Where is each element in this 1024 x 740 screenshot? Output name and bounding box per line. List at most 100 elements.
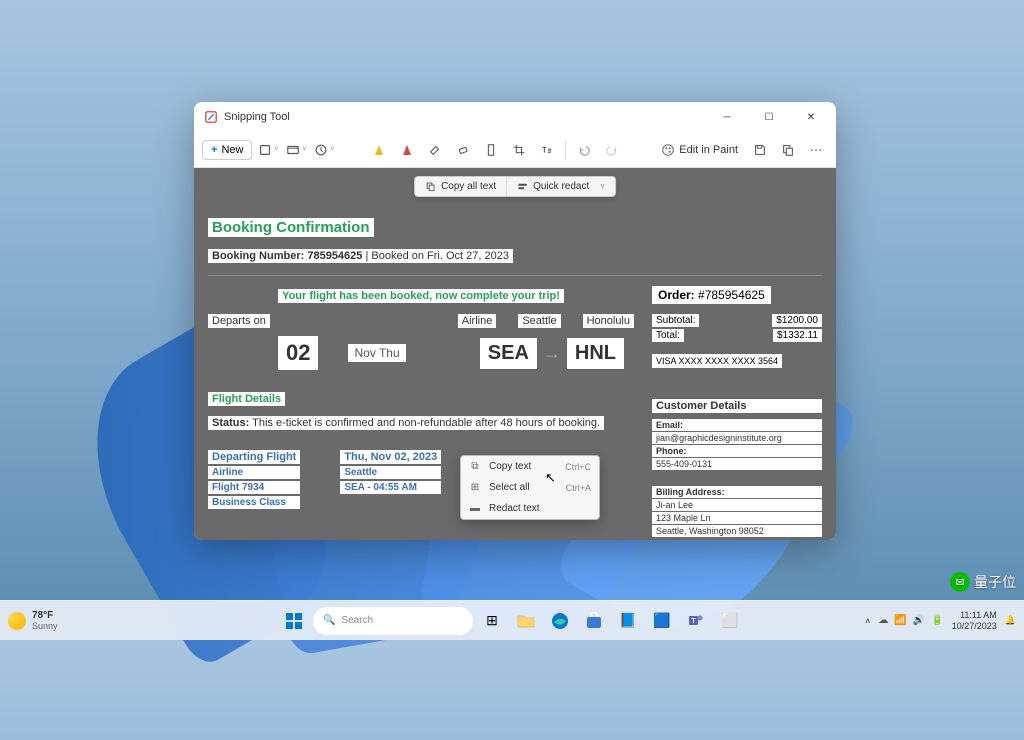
flight-details-title: Flight Details <box>208 392 285 406</box>
more-icon[interactable]: ⋯ <box>804 138 828 162</box>
wechat-icon: ✉ <box>950 572 970 592</box>
email-value: jian@graphicdesigninstitute.org <box>652 432 822 444</box>
system-tray[interactable]: ☁ 📶 🔊 🔋 <box>878 615 943 626</box>
notifications-icon[interactable]: 🔔 <box>1005 615 1016 626</box>
weather-widget[interactable]: 78°F Sunny <box>8 610 58 631</box>
edit-in-paint-button[interactable]: Edit in Paint <box>655 140 744 160</box>
booking-title: Booking Confirmation <box>208 218 374 237</box>
email-label: Email: <box>652 419 822 431</box>
ruler-icon[interactable] <box>479 138 503 162</box>
chevron-down-icon: ˅ <box>600 182 605 191</box>
undo-icon[interactable] <box>572 138 596 162</box>
departing-airline: Airline <box>208 466 300 479</box>
highlighter-icon[interactable] <box>423 138 447 162</box>
onedrive-icon[interactable]: ☁ <box>878 615 888 626</box>
copy-icon[interactable] <box>776 138 800 162</box>
booking-number-line: Booking Number: 785954625 | Booked on Fr… <box>208 249 513 263</box>
snip-mode-dropdown[interactable] <box>256 138 280 162</box>
search-icon: 🔍 <box>323 615 335 626</box>
clock[interactable]: 11:11 AM 10/27/2023 <box>952 610 997 632</box>
edge-icon[interactable] <box>545 606 575 636</box>
route: SEA → HNL <box>480 338 624 369</box>
context-select-all[interactable]: ⊞ Select all Ctrl+A <box>461 477 599 498</box>
save-icon[interactable] <box>748 138 772 162</box>
phone-value: 555-409-0131 <box>652 458 822 470</box>
window-mode-dropdown[interactable] <box>284 138 308 162</box>
col-to: Honolulu <box>583 314 634 328</box>
sun-icon <box>8 612 26 630</box>
arrow-icon: → <box>543 343 561 364</box>
crop-icon[interactable] <box>507 138 531 162</box>
search-box[interactable]: 🔍 Search <box>313 607 473 635</box>
delay-dropdown[interactable] <box>312 138 336 162</box>
depart-month-day: Nov Thu <box>348 344 405 362</box>
order-box: Order: #785954625 Subtotal: $1200.00 Tota… <box>652 286 822 369</box>
toolbar: + New Edit in Paint ⋯ <box>194 132 836 168</box>
store-icon[interactable] <box>579 606 609 636</box>
total-label: Total: <box>652 329 684 342</box>
status-line: Status: This e-ticket is confirmed and n… <box>208 416 604 430</box>
pen-yellow-icon[interactable] <box>367 138 391 162</box>
copy-all-text-button[interactable]: Copy all text <box>415 177 507 196</box>
redact-icon: ▬ <box>469 503 481 514</box>
close-button[interactable]: ✕ <box>790 102 832 132</box>
plus-icon: + <box>211 144 217 156</box>
banner-text: Your flight has been booked, now complet… <box>278 289 564 303</box>
context-copy-text[interactable]: ⧉ Copy text Ctrl+C <box>461 456 599 477</box>
departing-flight-col: Departing Flight Airline Flight 7934 Bus… <box>208 448 300 511</box>
text-action-bar: Copy all text Quick redact ˅ <box>414 176 616 197</box>
eraser-icon[interactable] <box>451 138 475 162</box>
from-code: SEA <box>480 338 537 369</box>
subtotal-label: Subtotal: <box>652 314 699 327</box>
customer-details-title: Customer Details <box>652 399 822 413</box>
order-title: Order: #785954625 <box>652 286 771 304</box>
col-from: Seattle <box>518 314 560 328</box>
chevron-up-icon[interactable]: ˄ <box>865 616 870 626</box>
snipping-tool-icon <box>204 110 218 124</box>
billing-name: Ji-an Lee <box>652 499 822 511</box>
minimize-button[interactable]: ─ <box>706 102 748 132</box>
departing-flight-title: Departing Flight <box>208 450 300 464</box>
text-actions-icon[interactable] <box>535 138 559 162</box>
watermark: ✉ 量子位 <box>950 572 1016 592</box>
taskbar[interactable]: 78°F Sunny 🔍 Search ⊞ 📘 🟦 T ⬜ ˄ ☁ 📶 🔊 🔋 … <box>0 600 1024 640</box>
departs-on-label: Departs on <box>208 314 270 328</box>
departing-time: SEA - 04:55 AM <box>340 481 441 494</box>
departing-class: Business Class <box>208 496 300 509</box>
new-button[interactable]: + New <box>202 140 252 160</box>
maximize-button[interactable]: ☐ <box>748 102 790 132</box>
paint-icon <box>661 143 675 157</box>
teams-icon[interactable]: T <box>681 606 711 636</box>
copy-icon <box>425 181 436 192</box>
quick-redact-button[interactable]: Quick redact ˅ <box>507 177 615 196</box>
departing-flight-number: Flight 7934 <box>208 481 300 494</box>
redact-icon <box>517 181 528 192</box>
to-code: HNL <box>567 338 624 369</box>
context-menu: ⧉ Copy text Ctrl+C ⊞ Select all Ctrl+A ▬… <box>460 455 600 520</box>
redo-icon[interactable] <box>600 138 624 162</box>
explorer-icon[interactable] <box>511 606 541 636</box>
wifi-icon[interactable]: 📶 <box>894 615 906 626</box>
departing-date: Thu, Nov 02, 2023 <box>340 450 441 464</box>
titlebar[interactable]: Snipping Tool ─ ☐ ✕ <box>194 102 836 132</box>
task-view-icon[interactable]: ⊞ <box>477 606 507 636</box>
total-value: $1332.11 <box>773 329 822 342</box>
phone-label: Phone: <box>652 445 822 457</box>
app-icon-1[interactable]: 📘 <box>613 606 643 636</box>
billing-label: Billing Address: <box>652 486 822 498</box>
start-button[interactable] <box>279 606 309 636</box>
weather-condition: Sunny <box>32 621 58 631</box>
select-all-icon: ⊞ <box>469 482 481 493</box>
subtotal-value: $1200.00 <box>772 314 822 327</box>
context-redact-text[interactable]: ▬ Redact text <box>461 498 599 519</box>
departing-city: Seattle <box>340 466 441 479</box>
col-airline: Airline <box>458 314 497 328</box>
depart-day: 02 <box>278 336 318 370</box>
battery-icon[interactable]: 🔋 <box>931 615 943 626</box>
app-icon-2[interactable]: 🟦 <box>647 606 677 636</box>
billing-addr2: Seattle, Washington 98052 <box>652 525 822 537</box>
temperature: 78°F <box>32 610 58 621</box>
pen-red-icon[interactable] <box>395 138 419 162</box>
app-icon-3[interactable]: ⬜ <box>715 606 745 636</box>
volume-icon[interactable]: 🔊 <box>913 615 925 626</box>
